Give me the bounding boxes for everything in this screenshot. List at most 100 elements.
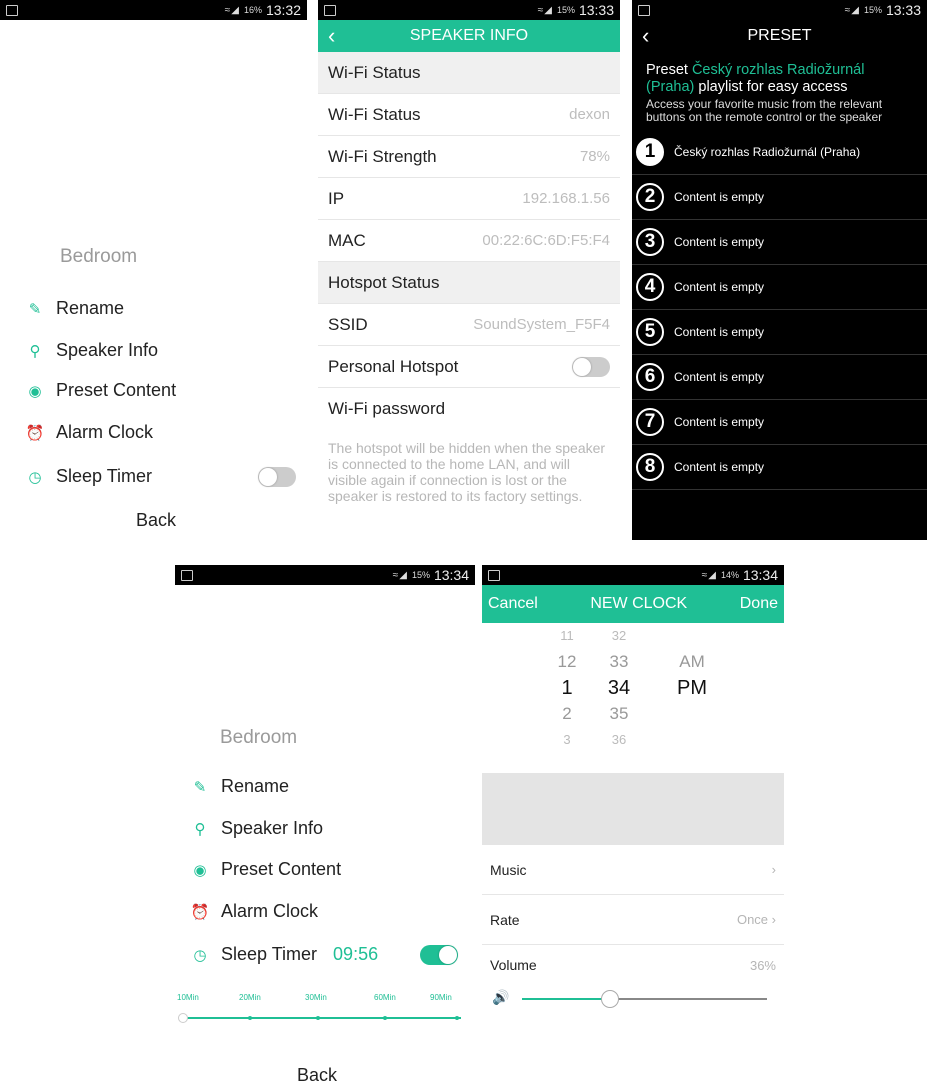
menu-preset-content[interactable]: ◉ Preset Content	[191, 859, 341, 880]
info-value: dexon	[569, 106, 610, 123]
menu-rename[interactable]: ✎ Rename	[191, 776, 289, 797]
preset-number: 3	[636, 228, 664, 256]
screen-menu-sleep: ≈◢ 15% 13:34 Bedroom ✎ Rename ⚲ Speaker …	[175, 565, 475, 1090]
battery-level: 16%	[243, 5, 262, 15]
preset-row-7[interactable]: 7 Content is empty	[632, 400, 927, 445]
preset-rest: playlist for easy access	[698, 79, 848, 95]
timer-icon: ◷	[28, 468, 42, 486]
clock-time: 13:33	[578, 2, 614, 18]
preset-text: Content is empty	[674, 235, 765, 249]
timer-track	[185, 1017, 461, 1019]
preset-number: 6	[636, 363, 664, 391]
volume-row: Volume 36%	[482, 945, 784, 985]
preset-row-4[interactable]: 4 Content is empty	[632, 265, 927, 310]
sleep-timer-value: 09:56	[333, 944, 379, 964]
clock-time: 13:34	[742, 567, 778, 583]
volume-thumb[interactable]	[601, 990, 619, 1008]
page-title: NEW CLOCK	[590, 595, 688, 612]
preset-text: Content is empty	[674, 370, 765, 384]
timer-option-label: 90Min	[430, 993, 452, 1002]
chevron-left-icon[interactable]: ‹	[642, 20, 649, 52]
preset-intro: Preset Český rozhlas Radiožurnál (Praha)…	[632, 52, 927, 124]
rate-row[interactable]: Rate Once ›	[482, 895, 784, 945]
menu-sleep-timer[interactable]: ◷ Sleep Timer	[26, 466, 152, 487]
wifi-signal-icon: ≈◢	[392, 569, 408, 581]
timer-icon: ◷	[193, 946, 207, 964]
timer-option-label: 10Min	[177, 993, 199, 1002]
status-bar: ≈◢ 15% 13:33	[632, 0, 927, 20]
back-button[interactable]: Back	[136, 510, 176, 531]
info-value: SoundSystem_F5F4	[473, 316, 610, 333]
menu-label: Sleep Timer	[56, 466, 153, 486]
menu-preset-content[interactable]: ◉ Preset Content	[26, 380, 176, 401]
edit-icon: ✎	[193, 778, 207, 796]
chevron-right-icon: ›	[771, 862, 776, 877]
minute-option: 32	[611, 628, 627, 643]
personal-hotspot-toggle[interactable]	[572, 356, 610, 377]
info-label: MAC	[328, 230, 366, 250]
screen-menu: ≈◢ 16% 13:32 Bedroom ✎ Rename ⚲ Speaker …	[0, 0, 307, 540]
menu-speaker-info[interactable]: ⚲ Speaker Info	[191, 818, 324, 839]
menu-label: Sleep Timer	[221, 944, 318, 964]
battery-level: 15%	[863, 5, 882, 15]
user-icon: ⚲	[29, 342, 41, 360]
screenshot-icon	[6, 4, 18, 16]
rate-text: Once	[736, 912, 769, 927]
hour-column[interactable]: 11 12 1 2 3	[552, 623, 582, 753]
menu-label: Alarm Clock	[56, 422, 154, 442]
sleep-timer-toggle[interactable]	[258, 467, 296, 487]
back-button[interactable]: Back	[297, 1065, 337, 1086]
ampm-column[interactable]: AM PM	[672, 649, 712, 701]
timer-thumb[interactable]	[178, 1013, 188, 1023]
done-button[interactable]: Done	[740, 595, 778, 613]
menu-rename[interactable]: ✎ Rename	[26, 298, 124, 319]
timer-option-label: 20Min	[239, 993, 261, 1002]
preset-row-3[interactable]: 3 Content is empty	[632, 220, 927, 265]
info-value: 78%	[579, 148, 610, 165]
clock-time: 13:32	[265, 2, 301, 18]
minute-column[interactable]: 32 33 34 35 36	[604, 623, 634, 753]
section-header-wifi: Wi-Fi Status	[318, 52, 620, 94]
page-title: PRESET	[747, 27, 812, 44]
info-row-ip: IP 192.168.1.56	[318, 178, 620, 220]
menu-alarm-clock[interactable]: ⏰ Alarm Clock	[191, 901, 318, 922]
preset-row-2[interactable]: 2 Content is empty	[632, 175, 927, 220]
hotspot-note: The hotspot will be hidden when the spea…	[328, 440, 606, 504]
info-row-wifi-password[interactable]: Wi-Fi password	[318, 388, 620, 430]
chevron-left-icon[interactable]: ‹	[328, 20, 335, 52]
preset-number: 5	[636, 318, 664, 346]
sleep-timer-toggle[interactable]	[420, 945, 458, 965]
preset-number: 8	[636, 453, 664, 481]
info-value: 192.168.1.56	[522, 190, 610, 207]
menu-alarm-clock[interactable]: ⏰ Alarm Clock	[26, 422, 153, 443]
hour-option: 11	[560, 628, 574, 643]
section-title: Wi-Fi Status	[328, 62, 421, 82]
menu-sleep-timer[interactable]: ◷ Sleep Timer 09:56	[191, 944, 378, 965]
cancel-button[interactable]: Cancel	[488, 595, 538, 613]
clock-time: 13:33	[885, 2, 921, 18]
hour-selected: 1	[561, 677, 573, 699]
chevron-right-icon: ›	[771, 912, 776, 927]
minute-option: 36	[611, 732, 627, 747]
preset-row-8[interactable]: 8 Content is empty	[632, 445, 927, 490]
music-row[interactable]: Music ›	[482, 845, 784, 895]
volume-slider[interactable]: 🔊	[482, 985, 784, 1015]
menu-label: Rename	[221, 776, 290, 796]
screen-speaker-info: ≈◢ 15% 13:33 ‹ SPEAKER INFO Wi-Fi Status…	[318, 0, 620, 540]
screenshot-icon	[324, 4, 336, 16]
menu-speaker-info[interactable]: ⚲ Speaker Info	[26, 340, 159, 361]
preset-row-6[interactable]: 6 Content is empty	[632, 355, 927, 400]
volume-track	[522, 990, 767, 1008]
preset-number: 4	[636, 273, 664, 301]
menu-label: Speaker Info	[56, 340, 159, 360]
menu-label: Alarm Clock	[221, 901, 319, 921]
time-picker[interactable]: 11 12 1 2 3 32 33 34 35 36 AM PM	[482, 623, 784, 773]
menu-label: Preset Content	[221, 859, 342, 879]
preset-word: Preset	[646, 62, 688, 78]
preset-row-5[interactable]: 5 Content is empty	[632, 310, 927, 355]
info-value: 00:22:6C:6D:F5:F4	[482, 232, 610, 249]
alarm-icon: ⏰	[25, 424, 45, 442]
preset-row-1[interactable]: 1 Český rozhlas Radiožurnál (Praha)	[632, 130, 927, 175]
volume-value: 36%	[749, 957, 776, 973]
edit-icon: ✎	[28, 300, 42, 318]
